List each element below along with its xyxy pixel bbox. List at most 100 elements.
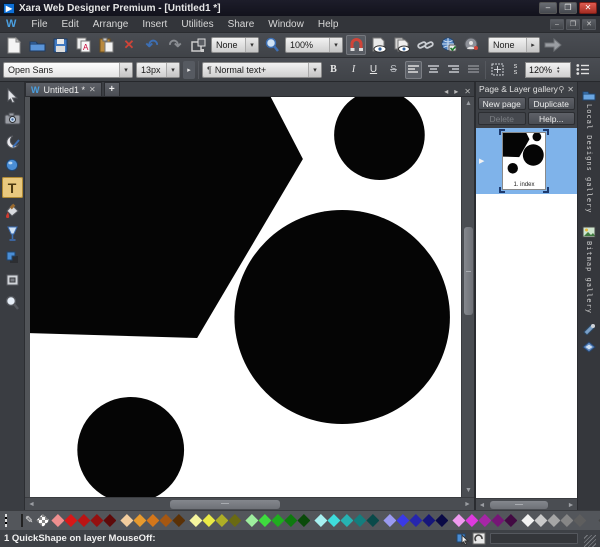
horizontal-scrollbar[interactable]: ◄ ► xyxy=(25,497,474,510)
tab-bitmap-gallery[interactable]: Bitmap gallery xyxy=(582,223,596,317)
paste-icon[interactable] xyxy=(96,35,116,55)
page-thumbnail[interactable]: 1. index xyxy=(502,132,546,190)
share-icon[interactable] xyxy=(461,35,481,55)
save-icon[interactable] xyxy=(50,35,70,55)
fill-gallery-icon[interactable] xyxy=(582,323,596,335)
color-swatch[interactable] xyxy=(396,514,409,527)
color-swatch[interactable] xyxy=(534,514,547,527)
color-swatch[interactable] xyxy=(51,514,64,527)
tab-close-icon[interactable]: ✕ xyxy=(89,85,96,94)
color-swatch[interactable] xyxy=(64,514,77,527)
doc-restore-button[interactable]: ❐ xyxy=(566,19,580,30)
align-justify-button[interactable] xyxy=(465,61,482,79)
new-document-icon[interactable] xyxy=(4,35,24,55)
undo-icon[interactable]: ↶ xyxy=(142,35,162,55)
fill-tool[interactable] xyxy=(2,200,23,221)
color-swatch[interactable] xyxy=(189,514,202,527)
dropdown-arrow-icon[interactable]: ▾ xyxy=(119,63,132,77)
dropdown-arrow-icon[interactable]: ▾ xyxy=(329,38,342,52)
zoom-level-dropdown[interactable]: 100% ▾ xyxy=(285,37,343,53)
page-list-item-selected[interactable]: ▶ 1. index xyxy=(476,128,577,194)
align-left-button[interactable] xyxy=(405,61,422,79)
duplicate-button[interactable]: Duplicate xyxy=(528,97,576,110)
underline-button[interactable]: U xyxy=(365,61,382,79)
open-file-icon[interactable] xyxy=(27,35,47,55)
expand-arrow-icon[interactable]: ▶ xyxy=(479,157,484,165)
align-right-button[interactable] xyxy=(445,61,462,79)
superscript-subscript-button[interactable]: ss xyxy=(509,61,522,79)
color-swatch[interactable] xyxy=(77,514,90,527)
zoom-tool-icon[interactable] xyxy=(262,35,282,55)
tab-scroll-left-icon[interactable]: ◂ xyxy=(441,87,451,96)
color-swatch[interactable] xyxy=(504,514,517,527)
italic-button[interactable]: I xyxy=(345,61,362,79)
menu-window[interactable]: Window xyxy=(261,18,311,31)
menu-help[interactable]: Help xyxy=(311,18,346,31)
menu-edit[interactable]: Edit xyxy=(55,18,86,31)
indent-marker-icon[interactable] xyxy=(489,61,506,79)
text-style-dropdown[interactable]: ¶ Normal text+ ▾ xyxy=(202,62,322,78)
align-center-button[interactable] xyxy=(425,61,442,79)
menu-insert[interactable]: Insert xyxy=(135,18,174,31)
color-swatch[interactable] xyxy=(258,514,271,527)
color-swatch[interactable] xyxy=(297,514,310,527)
resize-grip[interactable] xyxy=(584,535,596,547)
shadow-tool[interactable] xyxy=(2,246,23,267)
font-name-dropdown[interactable]: Open Sans ▾ xyxy=(3,62,133,78)
menu-arrange[interactable]: Arrange xyxy=(86,18,136,31)
color-editor-icon[interactable] xyxy=(21,514,23,527)
color-swatch[interactable] xyxy=(133,514,146,527)
tab-bar-close-icon[interactable]: ✕ xyxy=(461,87,474,96)
strikethrough-button[interactable]: S xyxy=(385,61,402,79)
dropdown-arrow-icon[interactable]: ▾ xyxy=(166,63,179,77)
color-swatch[interactable] xyxy=(271,514,284,527)
dropdown-arrow-icon[interactable]: ▾ xyxy=(245,38,258,52)
photo-tool[interactable] xyxy=(2,108,23,129)
ellipse-tool[interactable] xyxy=(2,154,23,175)
redo-icon[interactable]: ↷ xyxy=(165,35,185,55)
dropdown-side-arrow-icon[interactable]: ▸ xyxy=(526,38,539,52)
link-icon[interactable] xyxy=(415,35,435,55)
bullet-list-button[interactable] xyxy=(574,61,591,79)
snap-to-objects-icon[interactable] xyxy=(346,35,366,55)
color-swatch[interactable] xyxy=(327,514,340,527)
menu-file[interactable]: File xyxy=(24,18,54,31)
text-tool[interactable]: T xyxy=(2,177,23,198)
tab-untitled1[interactable]: W Untitled1 * ✕ xyxy=(25,82,102,96)
color-swatch[interactable] xyxy=(215,514,228,527)
transparency-tool[interactable] xyxy=(2,223,23,244)
font-size-dropdown[interactable]: 13px ▾ xyxy=(136,62,180,78)
color-swatch[interactable] xyxy=(120,514,133,527)
color-swatch[interactable] xyxy=(366,514,379,527)
color-swatch[interactable] xyxy=(409,514,422,527)
tab-local-designs-gallery[interactable]: Local Designs gallery xyxy=(582,86,596,217)
new-page-button[interactable]: New page xyxy=(478,97,526,110)
maximize-button[interactable]: ❐ xyxy=(559,2,577,14)
shape-tool[interactable] xyxy=(2,131,23,152)
gallery-scroll-thumb[interactable] xyxy=(490,501,548,509)
color-swatch[interactable] xyxy=(452,514,465,527)
menu-share[interactable]: Share xyxy=(221,18,262,31)
dropdown-arrow-icon[interactable]: ▾ xyxy=(308,63,321,77)
color-swatch[interactable] xyxy=(521,514,534,527)
no-color-swatch[interactable] xyxy=(36,514,49,527)
color-swatch[interactable] xyxy=(547,514,560,527)
scroll-down-icon[interactable]: ▼ xyxy=(462,484,474,497)
color-swatch[interactable] xyxy=(465,514,478,527)
color-swatch[interactable] xyxy=(228,514,241,527)
doc-minimize-button[interactable]: – xyxy=(550,19,564,30)
fit-page-icon[interactable] xyxy=(188,35,208,55)
color-swatch[interactable] xyxy=(478,514,491,527)
color-swatch[interactable] xyxy=(491,514,504,527)
gallery-horizontal-scrollbar[interactable]: ◄ ► xyxy=(476,498,577,510)
color-swatch[interactable] xyxy=(314,514,327,527)
preview-website-icon[interactable] xyxy=(392,35,412,55)
color-swatch[interactable] xyxy=(422,514,435,527)
new-tab-button[interactable]: + xyxy=(104,82,120,96)
color-swatch[interactable] xyxy=(353,514,366,527)
doc-close-button[interactable]: ✕ xyxy=(582,19,596,30)
page-canvas[interactable] xyxy=(30,97,461,497)
color-swatch[interactable] xyxy=(284,514,297,527)
help-button[interactable]: Help... xyxy=(528,112,576,125)
color-swatch[interactable] xyxy=(159,514,172,527)
